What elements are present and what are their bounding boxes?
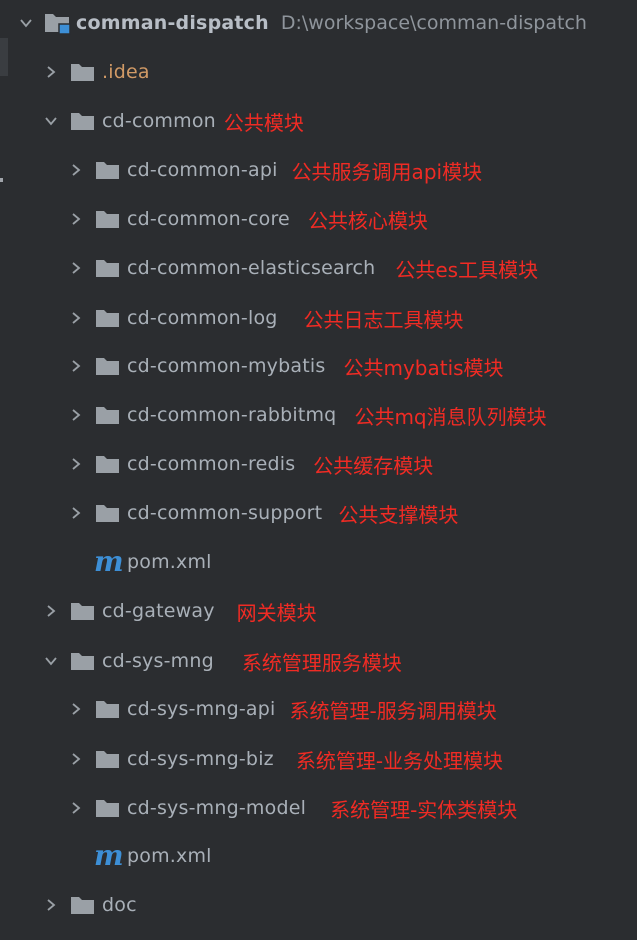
folder-icon [70,651,95,671]
item-annotation: 公共es工具模块 [395,257,539,282]
item-name: cd-common-core [127,208,290,230]
item-name: cd-sys-mng-biz [127,748,274,770]
maven-pom-icon: m [94,545,124,578]
folder-icon [95,798,120,818]
item-annotation: 公共模块 [223,110,304,135]
folder-icon [95,699,120,719]
item-name: doc [102,894,137,916]
chevron-right-icon[interactable] [69,212,83,226]
tree-item-cd-common[interactable]: cd-common 公共模块 [0,103,637,139]
project-name: comman-dispatch [76,12,269,34]
item-name: .idea [102,61,150,83]
chevron-down-icon[interactable] [44,654,58,668]
maven-pom-icon: m [94,839,124,872]
module-folder-icon [44,11,72,35]
folder-icon [70,62,95,82]
item-name: cd-common-elasticsearch [127,257,376,279]
item-annotation: 公共mq消息队列模块 [354,404,547,429]
item-name: cd-sys-mng [102,650,214,672]
item-annotation: 公共核心模块 [307,208,428,233]
tree-item-cd-common-elasticsearch[interactable]: cd-common-elasticsearch 公共es工具模块 [0,250,637,286]
folder-icon [95,503,120,523]
folder-icon [70,111,95,131]
folder-icon [70,895,95,915]
chevron-right-icon[interactable] [69,163,83,177]
tree-item-pom-xml[interactable]: m pom.xml [0,838,637,874]
item-name: pom.xml [127,845,212,867]
tree-item-cd-common-support[interactable]: cd-common-support 公共支撑模块 [0,495,637,531]
tree-item-cd-common-log[interactable]: cd-common-log 公共日志工具模块 [0,300,637,336]
tree-item-cd-common-core[interactable]: cd-common-core 公共核心模块 [0,201,637,237]
folder-icon [95,356,120,376]
chevron-right-icon[interactable] [44,898,58,912]
tree-item-cd-common-redis[interactable]: cd-common-redis 公共缓存模块 [0,446,637,482]
tree-item-pom-xml[interactable]: m pom.xml [0,544,637,580]
chevron-right-icon[interactable] [69,261,83,275]
chevron-down-icon[interactable] [19,16,33,30]
chevron-right-icon[interactable] [69,752,83,766]
item-annotation: 公共支撑模块 [338,502,459,527]
chevron-right-icon[interactable] [44,65,58,79]
tree-item-cd-common-rabbitmq[interactable]: cd-common-rabbitmq 公共mq消息队列模块 [0,397,637,433]
item-name: cd-common-log [127,307,278,329]
item-annotation: 系统管理服务模块 [241,650,402,675]
tree-root-comman-dispatch[interactable]: comman-dispatch D:\workspace\comman-disp… [0,5,637,41]
chevron-right-icon[interactable] [69,801,83,815]
item-name: cd-sys-mng-api [127,698,276,720]
folder-icon [95,405,120,425]
tree-item-cd-gateway[interactable]: cd-gateway 网关模块 [0,593,637,629]
chevron-right-icon[interactable] [44,604,58,618]
folder-icon [95,749,120,769]
item-annotation: 系统管理-业务处理模块 [295,748,504,773]
tree-item-cd-sys-mng-api[interactable]: cd-sys-mng-api 系统管理-服务调用模块 [0,691,637,727]
item-annotation: 公共服务调用api模块 [291,159,483,184]
item-annotation: 系统管理-实体类模块 [330,797,518,822]
project-tree: comman-dispatch D:\workspace\comman-disp… [0,0,637,940]
item-name: cd-sys-mng-model [127,797,307,819]
item-name: cd-common-rabbitmq [127,404,337,426]
item-annotation: 网关模块 [236,600,317,625]
item-name: cd-gateway [102,600,215,622]
folder-icon [70,601,95,621]
chevron-right-icon[interactable] [69,506,83,520]
tree-item-cd-common-mybatis[interactable]: cd-common-mybatis 公共mybatis模块 [0,348,637,384]
tree-item-idea[interactable]: .idea [0,54,637,90]
item-name: cd-common [102,110,216,132]
folder-icon [95,454,120,474]
tree-item-cd-sys-mng-biz[interactable]: cd-sys-mng-biz 系统管理-业务处理模块 [0,741,637,777]
item-annotation: 公共日志工具模块 [303,307,464,332]
folder-icon [95,258,120,278]
item-name: cd-common-mybatis [127,355,326,377]
chevron-right-icon[interactable] [69,457,83,471]
tree-item-doc[interactable]: doc [0,887,637,923]
item-name: pom.xml [127,551,212,573]
item-name: cd-common-api [127,159,278,181]
chevron-right-icon[interactable] [69,408,83,422]
item-annotation: 公共mybatis模块 [343,355,504,380]
item-annotation: 公共缓存模块 [313,453,434,478]
chevron-right-icon[interactable] [69,311,83,325]
folder-icon [95,209,120,229]
chevron-right-icon[interactable] [69,702,83,716]
tree-item-cd-sys-mng-model[interactable]: cd-sys-mng-model 系统管理-实体类模块 [0,790,637,826]
item-annotation: 系统管理-服务调用模块 [289,698,497,723]
chevron-down-icon[interactable] [44,114,58,128]
folder-icon [95,308,120,328]
item-name: cd-common-redis [127,453,296,475]
item-name: cd-common-support [127,502,323,524]
tree-item-cd-sys-mng[interactable]: cd-sys-mng 系统管理服务模块 [0,643,637,679]
tree-item-cd-common-api[interactable]: cd-common-api 公共服务调用api模块 [0,152,637,188]
project-path: D:\workspace\comman-dispatch [280,12,587,34]
folder-icon [95,160,120,180]
chevron-right-icon[interactable] [69,359,83,373]
